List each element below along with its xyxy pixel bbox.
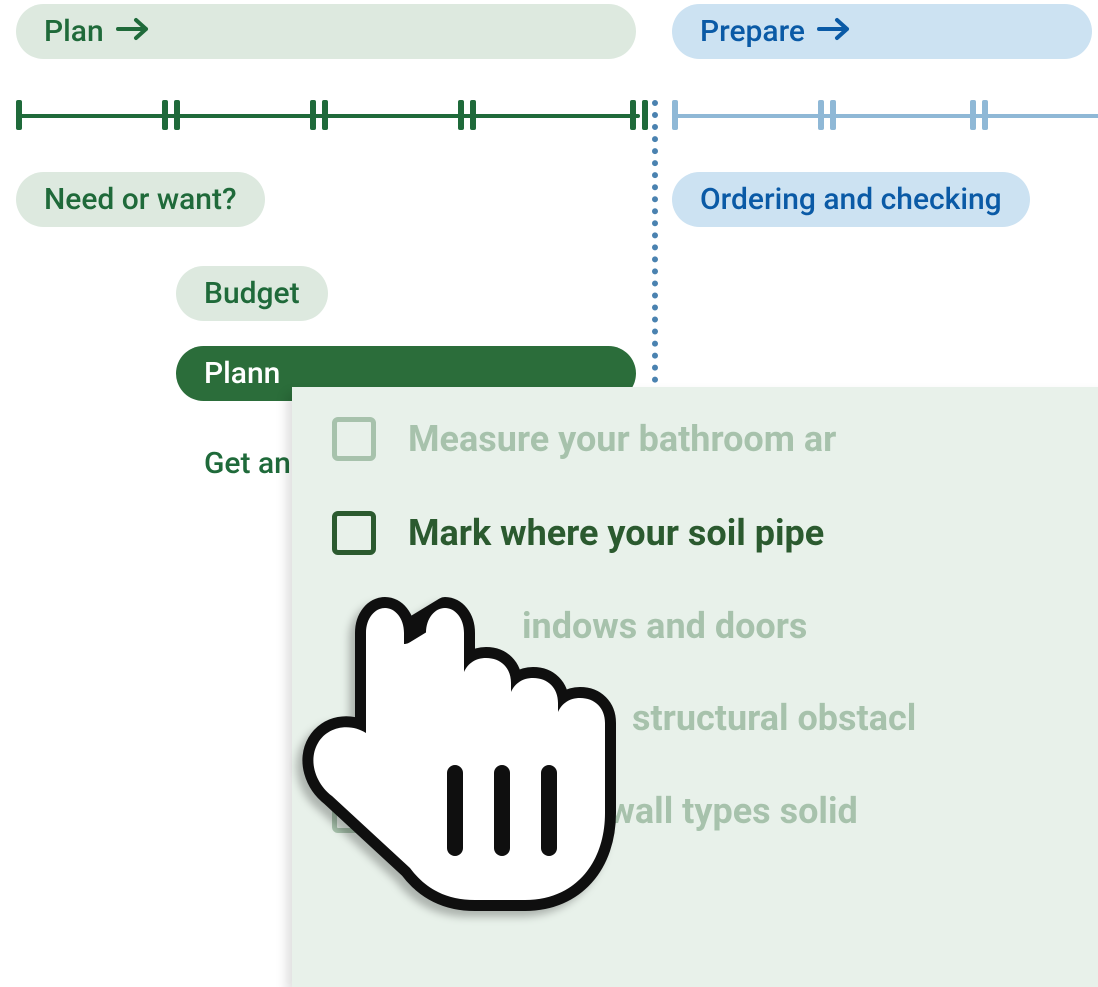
checkbox-icon[interactable] (332, 511, 376, 555)
checkbox-icon[interactable] (332, 417, 376, 461)
phase-plan-pill[interactable]: Plan (16, 4, 636, 59)
checklist-item-label: Measure your bathroom ar (408, 418, 836, 460)
task-label: Plann (204, 356, 280, 391)
phase-prepare-label: Prepare (700, 14, 805, 49)
phase-plan-label: Plan (44, 14, 104, 49)
timeline-ruler (16, 100, 1098, 130)
arrow-right-icon (817, 14, 851, 49)
checklist-item-label: structural obstacl (632, 697, 916, 739)
task-label: Get an (204, 446, 291, 481)
checklist-item[interactable]: your wall types solid (332, 789, 1072, 833)
checklist-item[interactable]: indows and doors (332, 605, 1072, 647)
checklist-panel: Measure your bathroom ar Mark where your… (292, 387, 1098, 987)
task-budget[interactable]: Budget (176, 266, 328, 321)
checklist-item[interactable]: structural obstacl (332, 697, 1072, 739)
checklist-item-label: your wall types solid (408, 790, 858, 832)
task-label: Ordering and checking (700, 182, 1002, 217)
phase-prepare-pill[interactable]: Prepare (672, 4, 1092, 59)
checklist-item-label: indows and doors (522, 605, 807, 647)
task-need-or-want[interactable]: Need or want? (16, 172, 265, 227)
checkbox-icon[interactable] (332, 789, 376, 833)
task-ordering-checking[interactable]: Ordering and checking (672, 172, 1030, 227)
checklist-item-label: Mark where your soil pipe (408, 512, 824, 554)
checklist-item[interactable]: Mark where your soil pipe (332, 511, 1072, 555)
task-label: Budget (204, 276, 300, 311)
task-label: Need or want? (44, 182, 237, 217)
checklist-item[interactable]: Measure your bathroom ar (332, 417, 1072, 461)
arrow-right-icon (116, 14, 150, 49)
